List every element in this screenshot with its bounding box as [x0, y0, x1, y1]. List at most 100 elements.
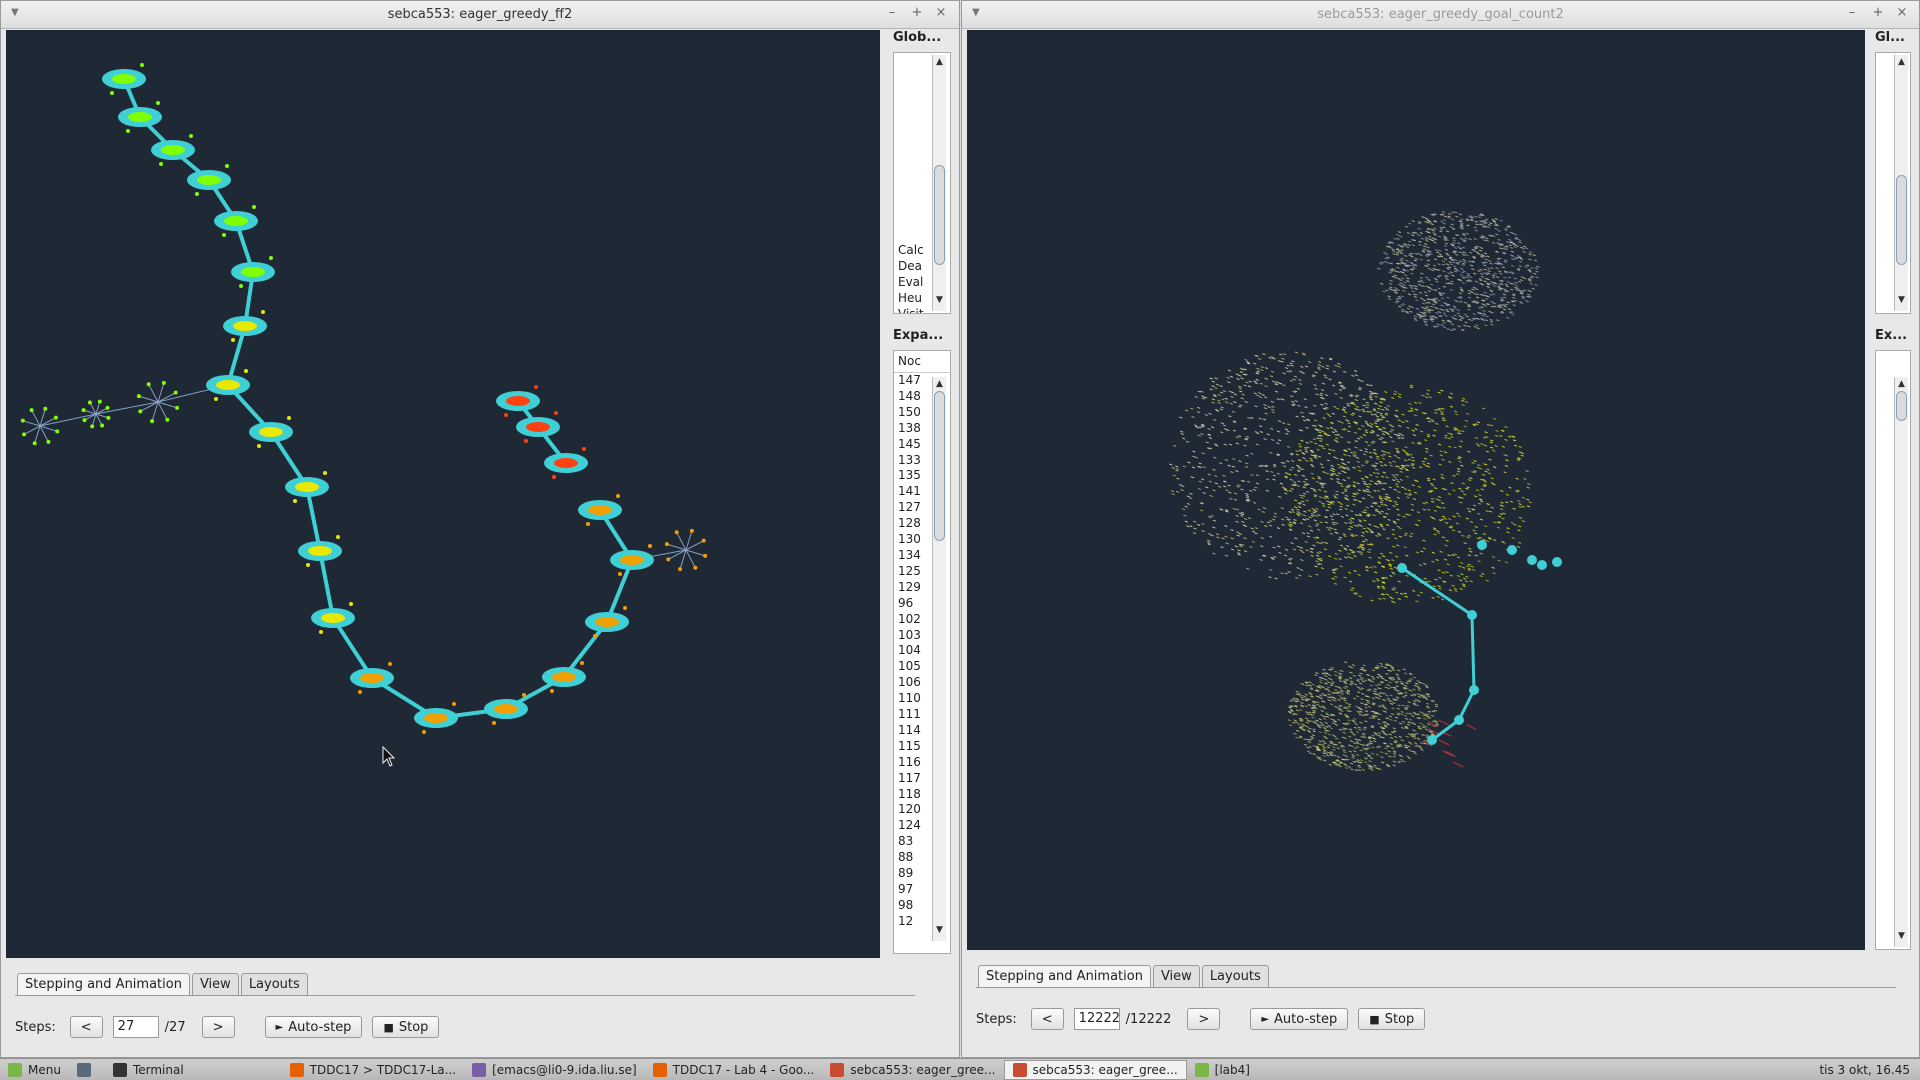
global-stats-list[interactable]: Calc Dea Eval Heu Visit ▲ ▼ [893, 52, 951, 314]
expanded-scrollbar[interactable]: ▲ ▼ [932, 377, 946, 941]
graph-cloud-point [1352, 717, 1357, 720]
scroll-up-icon[interactable]: ▲ [1895, 57, 1908, 67]
scroll-up-icon[interactable]: ▲ [933, 379, 946, 389]
graph-cloud-point [1318, 424, 1322, 427]
step-input[interactable]: 27 [112, 1016, 159, 1038]
graph-cloud-point [1430, 309, 1434, 312]
expanded-nodes-list[interactable]: ▲ ▼ [1875, 350, 1911, 950]
expanded-panel-title: Ex... [1875, 328, 1908, 343]
taskbar-item[interactable]: sebca553: eager_gree... [822, 1060, 1003, 1080]
scroll-thumb[interactable] [1896, 391, 1907, 421]
global-scrollbar[interactable]: ▲ ▼ [932, 55, 946, 311]
scroll-down-icon[interactable]: ▼ [1895, 295, 1908, 305]
taskbar-item[interactable]: TDDC17 - Lab 4 - Goo... [645, 1060, 823, 1080]
search-graph-canvas[interactable] [6, 30, 880, 958]
graph-cloud-point [1405, 311, 1410, 314]
scroll-down-icon[interactable]: ▼ [933, 295, 946, 305]
graph-cloud-point [1297, 506, 1302, 508]
close-icon[interactable]: × [1892, 5, 1912, 23]
graph-cloud-point [1235, 470, 1239, 473]
search-graph-cloud[interactable] [967, 30, 1865, 950]
search-graph-canvas[interactable] [967, 30, 1865, 950]
graph-cloud-point [1331, 734, 1336, 737]
tab-layouts[interactable]: Layouts [240, 973, 308, 995]
graph-cloud-point [1343, 576, 1347, 579]
next-step-button[interactable]: > [1187, 1008, 1221, 1030]
step-input[interactable]: 12222 [1073, 1008, 1120, 1030]
minimize-icon[interactable]: – [882, 5, 902, 23]
maximize-icon[interactable]: + [1868, 5, 1888, 23]
graph-cloud-point [1254, 382, 1258, 385]
scroll-down-icon[interactable]: ▼ [1895, 931, 1908, 941]
graph-cloud-point [1446, 310, 1450, 313]
graph-cloud-point [1199, 509, 1204, 512]
taskbar-item[interactable]: TDDC17 > TDDC17-La... [282, 1060, 464, 1080]
scroll-up-icon[interactable]: ▲ [933, 57, 946, 67]
graph-cloud-point [1295, 453, 1299, 456]
graph-cloud-point [1490, 506, 1494, 509]
stop-button[interactable]: ■ Stop [1358, 1008, 1426, 1030]
graph-cloud-point [1334, 430, 1338, 433]
graph-cloud-point [1319, 394, 1323, 397]
graph-cloud-point [1489, 281, 1494, 284]
prev-step-button[interactable]: < [69, 1016, 103, 1038]
graph-cloud-point [1440, 598, 1445, 601]
left-titlebar[interactable]: ▼ sebca553: eager_greedy_ff2 – + × [1, 1, 959, 29]
graph-cloud-point [1458, 292, 1462, 295]
clock[interactable]: tis 3 okt, 16.45 [1819, 1063, 1920, 1077]
taskbar-item[interactable]: Terminal [105, 1060, 192, 1080]
autostep-button[interactable]: ► Auto-step [1250, 1008, 1349, 1030]
graph-cloud-point [1385, 408, 1390, 411]
scroll-thumb[interactable] [1896, 175, 1907, 265]
taskbar-item[interactable] [69, 1060, 105, 1080]
scroll-thumb[interactable] [934, 391, 945, 541]
graph-cloud-point [1375, 746, 1380, 749]
graph-cloud-point [1354, 399, 1359, 402]
scroll-thumb[interactable] [934, 165, 945, 265]
graph-cloud-point [1344, 556, 1348, 559]
taskbar-item[interactable]: [emacs@li0-9.ida.liu.se] [464, 1060, 645, 1080]
close-icon[interactable]: × [931, 5, 951, 23]
graph-cloud-point [1406, 704, 1410, 707]
search-graph[interactable] [6, 30, 880, 958]
tab-stepping[interactable]: Stepping and Animation [17, 973, 190, 995]
minimize-icon[interactable]: – [1842, 5, 1862, 23]
global-stat-row[interactable]: Dea [894, 259, 924, 275]
graph-cloud-point [1526, 498, 1530, 501]
graph-cloud-point [1308, 575, 1312, 578]
graph-cloud-point [1184, 409, 1189, 412]
expanded-nodes-list[interactable]: Noc 147 148 150 138 145 133 135 141 127 128 130 134… [893, 350, 951, 954]
tab-layouts[interactable]: Layouts [1201, 965, 1269, 987]
tab-view[interactable]: View [191, 973, 239, 995]
graph-cloud-point [1395, 685, 1399, 688]
scroll-up-icon[interactable]: ▲ [1895, 379, 1908, 389]
graph-cloud-point [1347, 448, 1351, 451]
right-titlebar[interactable]: ▼ sebca553: eager_greedy_goal_count2 – +… [962, 1, 1919, 29]
graph-cloud-point [1397, 456, 1401, 459]
taskbar-item[interactable]: Menu [0, 1060, 69, 1080]
graph-leaf [689, 528, 694, 533]
expanded-column-header[interactable]: Noc [894, 351, 950, 373]
graph-node [1477, 540, 1487, 550]
global-stat-row[interactable]: Visit [894, 307, 924, 313]
graph-cloud-point [1264, 412, 1268, 415]
prev-step-button[interactable]: < [1030, 1008, 1064, 1030]
maximize-icon[interactable]: + [907, 5, 927, 23]
expanded-scrollbar[interactable]: ▲ ▼ [1894, 377, 1908, 947]
global-stat-row[interactable]: Heu [894, 291, 924, 307]
global-stats-list[interactable]: ▲ ▼ [1875, 52, 1911, 314]
tab-view[interactable]: View [1152, 965, 1200, 987]
scroll-down-icon[interactable]: ▼ [933, 925, 946, 935]
taskbar-item[interactable]: sebca553: eager_gree... [1003, 1059, 1187, 1080]
graph-cloud-point [1472, 529, 1476, 532]
taskbar-item[interactable]: [lab4] [1187, 1060, 1258, 1080]
autostep-button[interactable]: ► Auto-step [264, 1016, 363, 1038]
next-step-button[interactable]: > [201, 1016, 235, 1038]
global-scrollbar[interactable]: ▲ ▼ [1894, 55, 1908, 311]
global-stat-row[interactable]: Eval [894, 275, 924, 291]
tab-stepping[interactable]: Stepping and Animation [978, 965, 1151, 987]
graph-leaf [388, 662, 392, 666]
stop-button[interactable]: ■ Stop [372, 1016, 440, 1038]
global-stat-row[interactable]: Calc [894, 243, 924, 259]
graph-cloud-point [1347, 528, 1352, 531]
